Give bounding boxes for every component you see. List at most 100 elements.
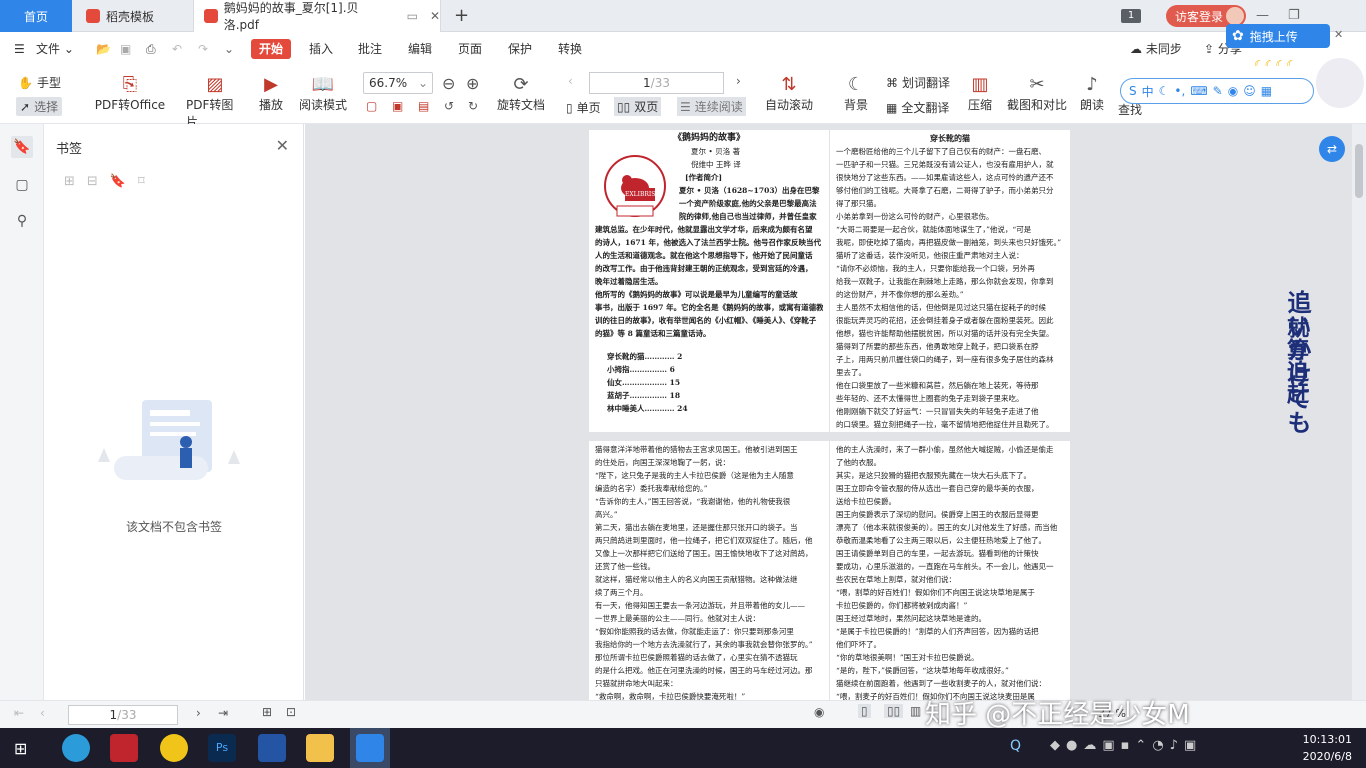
double-page-button[interactable]: ▯▯ 双页 <box>614 97 662 116</box>
save-icon[interactable]: ▣ <box>120 39 131 59</box>
tray-q-icon[interactable]: Q <box>1010 738 1021 754</box>
input-method-bar[interactable]: S 中 ☾ •, ⌨ ✎ ◉ ☺ ▦ <box>1120 78 1314 104</box>
drag-upload-button[interactable]: ✿ 拖拽上传 <box>1226 24 1330 48</box>
bookmark-icon[interactable]: 🔖 <box>11 136 33 158</box>
photoshop-icon[interactable]: Ps <box>208 734 236 762</box>
first-page-icon[interactable]: ⇤ <box>14 706 24 720</box>
browser-icon[interactable] <box>62 734 90 762</box>
tab-float-icon[interactable]: ▭ <box>407 9 418 23</box>
restore-icon[interactable]: ❐ <box>1288 8 1300 23</box>
menu-file[interactable]: 文件 ⌄ <box>36 39 74 59</box>
export-page-icon[interactable]: ⊡ <box>286 705 296 719</box>
bookmark-option-icon[interactable]: ⌑ <box>138 174 145 189</box>
chapter-title: 穿长靴的猫 <box>930 133 970 143</box>
minimize-icon[interactable]: — <box>1256 8 1269 23</box>
single-page-button[interactable]: ▯ 单页 <box>566 99 601 116</box>
redo-icon[interactable]: ↷ <box>198 39 208 59</box>
menu-insert[interactable]: 插入 <box>309 39 333 59</box>
continuous-read-button[interactable]: ☰ 连续阅读 <box>677 97 746 116</box>
prev-page-icon[interactable]: ‹ <box>568 74 573 88</box>
rotate-right-icon[interactable]: ↻ <box>468 99 478 113</box>
prev-page-status-icon[interactable]: ‹ <box>40 706 45 720</box>
compress-button[interactable]: ▥ 压缩 <box>966 72 994 113</box>
close-icon[interactable]: ✕ <box>276 136 289 155</box>
text-line: 猫听了这番话，装作没听见，他很庄重严肃地对主人说： <box>836 251 1024 260</box>
windows-start-icon[interactable]: ⊞ <box>14 739 27 758</box>
menu-start[interactable]: 开始 <box>251 39 292 59</box>
play-button[interactable]: ▶ 播放 <box>256 72 286 113</box>
undo-icon[interactable]: ↶ <box>172 39 182 59</box>
menu-page[interactable]: 页面 <box>458 39 482 59</box>
app-red-icon[interactable] <box>110 734 138 762</box>
word-translate-button[interactable]: ⌘ 划词翻译 <box>886 74 950 91</box>
baidu-cloud-icon: ✿ <box>1232 28 1244 44</box>
full-translate-button[interactable]: ▦ 全文翻译 <box>886 99 949 116</box>
eye-protection-icon[interactable]: ◉ <box>814 705 824 719</box>
text-line: 的诗人，1671 年，他被选入了法兰西学士院。他号召作家反映当代 <box>595 238 821 247</box>
pdf-to-office-icon: ⎘ <box>122 73 138 95</box>
auto-scroll-button[interactable]: ⇅ 自动滚动 <box>760 72 818 113</box>
menu-protect[interactable]: 保护 <box>508 39 532 59</box>
last-page-icon[interactable]: ⇥ <box>218 706 228 720</box>
app-blue-icon[interactable] <box>258 734 286 762</box>
text-line: 的口袋里。猫立刻把绳子一拉，毫不留情地把他捉住并且勒死了。 <box>836 420 1054 429</box>
app-yellow-icon[interactable] <box>160 734 188 762</box>
floating-tool-icon[interactable]: ⇄ <box>1319 136 1345 162</box>
wps-taskbar-button[interactable] <box>350 728 390 768</box>
rotate-left-icon[interactable]: ↺ <box>444 99 454 113</box>
zoom-in-icon[interactable]: ⊕ <box>466 74 479 93</box>
fit-width-icon[interactable]: ▤ <box>418 99 429 113</box>
bookmark-marker-icon[interactable]: 🔖 <box>110 174 126 189</box>
status-page-input[interactable]: 1/33 <box>68 705 178 725</box>
book-view-icon[interactable]: ▥ <box>910 704 921 718</box>
rotate-document-button[interactable]: ⟳ 旋转文档 <box>496 72 546 113</box>
menu-convert[interactable]: 转换 <box>558 39 582 59</box>
pdf-to-office-button[interactable]: ⎘ PDF转Office <box>92 72 168 113</box>
insert-page-icon[interactable]: ⊞ <box>262 705 272 719</box>
print-icon[interactable]: ⎙ <box>146 39 156 59</box>
thumbnail-icon[interactable]: ▢ <box>11 174 33 196</box>
scroll-thumb[interactable] <box>1355 144 1363 198</box>
read-mode-button[interactable]: 📖 阅读模式 <box>298 72 348 113</box>
fit-page-icon[interactable]: ▣ <box>392 99 403 113</box>
double-view-icon[interactable]: ▯▯ <box>884 704 904 718</box>
actual-size-icon[interactable]: ▢ <box>366 99 377 113</box>
document-viewer[interactable]: 《鹅妈妈的故事》 夏尔 • 贝洛 著 倪维中 王晔 译 [作者简介] EXLIB… <box>305 124 1366 700</box>
read-aloud-button[interactable]: ♪ 朗读 <box>1078 72 1106 113</box>
tab-home[interactable]: 首页 <box>0 0 72 32</box>
zoom-out-icon[interactable]: ⊖ <box>442 74 455 93</box>
zoom-select[interactable]: 66.7% ⌄ <box>363 72 433 94</box>
screenshot-compare-button[interactable]: ✂ 截图和对比 <box>1006 72 1068 113</box>
tab-docer-templates[interactable]: 稻壳模板 <box>74 0 190 32</box>
page-number-input[interactable]: 1/33 <box>589 72 724 94</box>
next-page-status-icon[interactable]: › <box>196 706 201 720</box>
taskbar-clock[interactable]: 10:13:01 2020/6/8 <box>1303 731 1352 765</box>
new-tab-icon[interactable]: + <box>454 5 469 26</box>
upload-close-icon[interactable]: ✕ <box>1334 28 1343 41</box>
add-bookmark-icon[interactable]: ⊞ <box>64 174 75 189</box>
tab-close-icon[interactable]: ✕ <box>430 9 440 23</box>
file-explorer-icon[interactable] <box>306 734 334 762</box>
menu-edit[interactable]: 编辑 <box>408 39 432 59</box>
tab-pdf-document[interactable]: 鹅妈妈的故事_夏尔[1].贝洛.pdf ▭ ✕ <box>193 0 441 32</box>
window-count-badge[interactable]: 1 <box>1121 9 1141 23</box>
sync-status[interactable]: ☁ 未同步 <box>1130 39 1182 59</box>
more-dropdown-icon[interactable]: ⌄ <box>224 39 234 59</box>
next-page-icon[interactable]: › <box>736 74 741 88</box>
remove-bookmark-icon[interactable]: ⊟ <box>87 174 98 189</box>
hand-tool[interactable]: ✋ 手型 <box>18 74 61 91</box>
text-line: 很快地分了这些东西。——如果雇请这些人，这点可怜的遗产还不 <box>836 173 1054 182</box>
pdf-to-image-button[interactable]: ▨ PDF转图片 <box>186 72 244 130</box>
hamburger-icon[interactable]: ☰ <box>14 39 25 59</box>
vertical-scrollbar[interactable] <box>1352 124 1366 700</box>
open-folder-icon[interactable]: 📂 <box>96 39 111 59</box>
search-panel-icon[interactable]: ⚲ <box>11 210 33 232</box>
background-button[interactable]: ☾ 背景 <box>838 72 874 113</box>
assistant-avatar[interactable] <box>1316 58 1364 108</box>
menu-annotate[interactable]: 批注 <box>358 39 382 59</box>
tray-icons[interactable]: ◆●☁▣▪⌃◔♪▣ <box>1050 738 1202 753</box>
single-view-icon[interactable]: ▯ <box>858 704 871 718</box>
compress-icon: ▥ <box>971 73 989 95</box>
text-line: 那位所谓卡拉巴侯爵照着猫的话去做了，心里实在猜不透猫玩 <box>595 653 798 662</box>
select-tool[interactable]: ➚ 选择 <box>16 97 63 116</box>
